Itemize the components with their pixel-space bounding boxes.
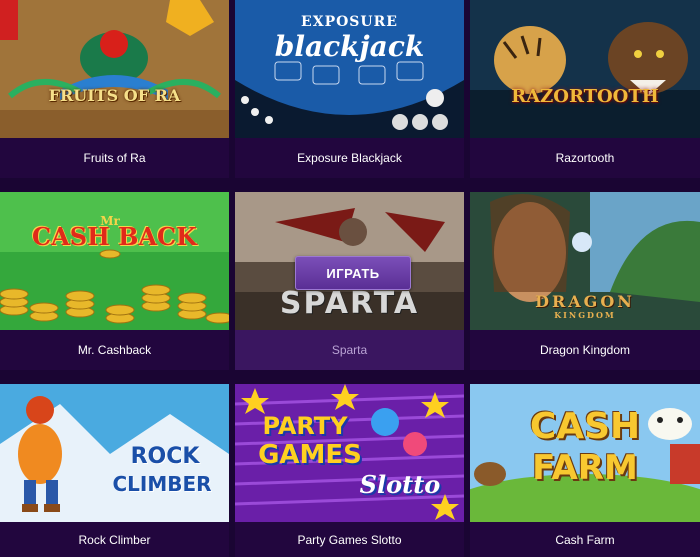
game-thumbnail[interactable]: RAZORTOOTH (470, 0, 700, 138)
game-logo-text: SPARTA (279, 286, 420, 321)
game-caption[interactable]: Rock Climber (0, 522, 229, 557)
games-grid: FRUITS OF RA Fruits of Ra EXPOSURE black… (0, 0, 700, 557)
game-logo-line2: CLIMBER (112, 472, 212, 496)
game-logo-line1: PARTY (262, 412, 348, 440)
game-thumbnail[interactable]: FRUITS OF RA (0, 0, 229, 138)
game-logo-line2: GAMES (258, 440, 362, 470)
game-card-rock-climber[interactable]: ROCK CLIMBER Rock Climber (0, 384, 229, 557)
game-caption[interactable]: Cash Farm (470, 522, 700, 557)
game-card-cash-farm[interactable]: CASH FARM Cash Farm (470, 384, 700, 557)
game-thumbnail[interactable]: ROCK CLIMBER (0, 384, 229, 522)
game-thumbnail[interactable]: DRAGON KINGDOM (470, 192, 700, 330)
game-logo-line2: FARM (532, 448, 638, 488)
game-card-dragon-kingdom[interactable]: DRAGON KINGDOM Dragon Kingdom (470, 192, 700, 370)
game-logo-text: CASH BACK (32, 222, 197, 251)
game-caption[interactable]: Exposure Blackjack (235, 138, 464, 178)
game-logo-line3: Slotto (359, 470, 441, 499)
game-thumbnail[interactable]: CASH FARM (470, 384, 700, 522)
game-logo-line1: CASH (529, 406, 641, 447)
game-logo-text: RAZORTOOTH (511, 86, 659, 107)
game-caption[interactable]: Razortooth (470, 138, 700, 178)
game-thumbnail[interactable]: SPARTA ИГРАТЬ (235, 192, 464, 330)
game-logo-text: blackjack (274, 30, 425, 63)
game-card-mr-cashback[interactable]: Mr CASH BACK Mr. Cashback (0, 192, 229, 370)
game-card-party-games-slotto[interactable]: PARTY GAMES Slotto Party Games Slotto (235, 384, 464, 557)
game-caption[interactable]: Mr. Cashback (0, 330, 229, 370)
game-card-fruits-of-ra[interactable]: FRUITS OF RA Fruits of Ra (0, 0, 229, 178)
game-logo-top-text: EXPOSURE (301, 14, 398, 30)
game-caption[interactable]: Sparta (235, 330, 464, 370)
game-logo-line1: ROCK (130, 444, 200, 469)
game-logo-text: FRUITS OF RA (48, 86, 181, 105)
game-card-razortooth[interactable]: RAZORTOOTH Razortooth (470, 0, 700, 178)
play-button[interactable]: ИГРАТЬ (295, 256, 411, 290)
game-thumbnail[interactable]: EXPOSURE blackjack (235, 0, 464, 138)
game-thumbnail[interactable]: PARTY GAMES Slotto (235, 384, 464, 522)
game-caption[interactable]: Fruits of Ra (0, 138, 229, 178)
game-caption[interactable]: Dragon Kingdom (470, 330, 700, 370)
game-caption[interactable]: Party Games Slotto (235, 522, 464, 557)
game-card-sparta[interactable]: SPARTA ИГРАТЬ Sparta (235, 192, 464, 370)
game-card-exposure-blackjack[interactable]: EXPOSURE blackjack Exposure Blackjack (235, 0, 464, 178)
game-thumbnail[interactable]: Mr CASH BACK (0, 192, 229, 330)
game-logo-sub-text: KINGDOM (554, 310, 616, 320)
game-logo-text: DRAGON (535, 292, 635, 311)
